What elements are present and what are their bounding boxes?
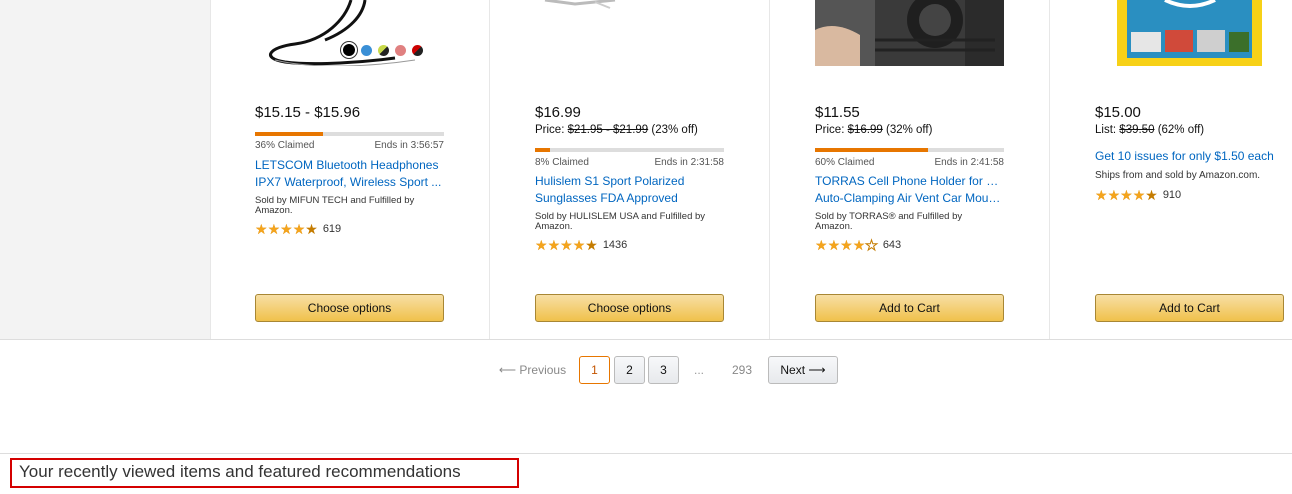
- rating[interactable]: ★ ★ ★ ★ ★ 619: [255, 222, 341, 236]
- deal-card-phone-holder: $11.55 Price: $16.99 (32% off) 60% Claim…: [815, 0, 1004, 339]
- swatch-blue[interactable]: [361, 44, 372, 56]
- product-title-line2[interactable]: IPX7 Waterproof, Wireless Sport ...: [255, 174, 444, 191]
- product-title-line1[interactable]: TORRAS Cell Phone Holder for Car,: [815, 173, 1004, 190]
- review-count[interactable]: 619: [323, 223, 341, 235]
- list-price-line: List: $39.50 (62% off): [1095, 124, 1204, 136]
- arrow-right-icon: ⟶: [808, 363, 826, 377]
- previous-label: Previous: [519, 363, 567, 377]
- rating-stars-icon: ★ ★ ★ ★ ★: [255, 221, 318, 237]
- rating[interactable]: ★ ★ ★ ★ ★ 1436: [535, 238, 627, 252]
- previous-page-link: ⟵ Previous: [495, 356, 570, 384]
- deal-price: $15.00: [1095, 104, 1141, 121]
- claimed-progress-fill: [535, 148, 551, 152]
- list-label: List:: [1095, 124, 1117, 136]
- ends-in-timer: Ends in 2:41:58: [934, 157, 1005, 168]
- choose-options-button[interactable]: Choose options: [535, 294, 724, 322]
- recently-viewed-highlight: Your recently viewed items and featured …: [10, 458, 519, 488]
- ends-in-timer: Ends in 2:31:58: [654, 157, 725, 168]
- choose-options-button[interactable]: Choose options: [255, 294, 444, 322]
- next-label: Next: [780, 363, 806, 377]
- rating-stars-icon: ★ ★ ★ ★ ★: [815, 237, 878, 253]
- swatch-pink[interactable]: [395, 44, 406, 56]
- page-2-button[interactable]: 2: [614, 356, 645, 384]
- review-count[interactable]: 1436: [603, 239, 627, 251]
- discount: (23% off): [651, 124, 698, 136]
- deal-card-sunglasses: $16.99 Price: $21.95 - $21.99 (23% off) …: [535, 0, 724, 339]
- rating-stars-icon: ★ ★ ★ ★ ★: [1095, 187, 1158, 203]
- ships-from-text: Ships from and sold by Amazon.com.: [1095, 170, 1261, 181]
- left-filter-rail: [0, 0, 210, 339]
- claimed-text: 36% Claimed: [255, 140, 315, 151]
- review-count[interactable]: 910: [1163, 189, 1181, 201]
- claimed-progress-bar: [255, 132, 444, 136]
- claimed-progress-bar: [535, 148, 724, 152]
- list-price: $16.99: [847, 124, 883, 136]
- discount: (62% off): [1157, 124, 1205, 136]
- sold-by-line2: Amazon.: [535, 221, 573, 232]
- add-to-cart-button[interactable]: Add to Cart: [1095, 294, 1284, 322]
- product-title-line1[interactable]: LETSCOM Bluetooth Headphones: [255, 157, 444, 174]
- product-title-line1[interactable]: Hulislem S1 Sport Polarized: [535, 173, 724, 190]
- product-image-magazine[interactable]: [1095, 0, 1284, 66]
- list-label: Price:: [815, 124, 845, 136]
- discount: (32% off): [886, 124, 933, 136]
- product-title-link[interactable]: Get 10 issues for only $1.50 each: [1095, 149, 1274, 163]
- list-price: $21.95 - $21.99: [567, 124, 649, 136]
- column-divider: [1049, 0, 1050, 339]
- product-image-headphones[interactable]: [255, 0, 444, 66]
- claimed-progress-fill: [255, 132, 324, 136]
- ends-in-timer: Ends in 3:56:57: [374, 140, 445, 151]
- column-divider: [769, 0, 770, 339]
- page-ellipsis: ...: [693, 363, 704, 377]
- product-title-line2[interactable]: Auto-Clamping Air Vent Car Moun...: [815, 190, 1004, 207]
- list-price: $39.50: [1119, 124, 1155, 136]
- sold-by-line2: Amazon.: [255, 205, 293, 216]
- page-3-button[interactable]: 3: [648, 356, 679, 384]
- claim-row: 8% Claimed Ends in 2:31:58: [535, 157, 724, 168]
- product-image-phone-holder[interactable]: [815, 0, 1004, 66]
- claimed-progress-bar: [815, 148, 1004, 152]
- column-divider: [489, 0, 490, 339]
- deal-card-headphones: $15.15 - $15.96 36% Claimed Ends in 3:56…: [255, 0, 444, 339]
- swatch-black[interactable]: [343, 44, 355, 56]
- section-divider: [0, 453, 1292, 454]
- claimed-text: 8% Claimed: [535, 157, 589, 168]
- list-price-line: Price: $21.95 - $21.99 (23% off): [535, 124, 698, 136]
- add-to-cart-button[interactable]: Add to Cart: [815, 294, 1004, 322]
- deals-grid-border: [0, 339, 1292, 340]
- list-price-line: Price: $16.99 (32% off): [815, 124, 932, 136]
- color-swatches: [343, 44, 423, 56]
- product-title-line2[interactable]: Sunglasses FDA Approved: [535, 190, 724, 207]
- next-page-button[interactable]: Next ⟶: [768, 356, 838, 384]
- last-page-number: 293: [731, 363, 753, 377]
- rating-stars-icon: ★ ★ ★ ★ ★: [535, 237, 598, 253]
- recently-viewed-heading: Your recently viewed items and featured …: [19, 462, 461, 481]
- rating[interactable]: ★ ★ ★ ★ ★ 910: [1095, 188, 1181, 202]
- deal-price: $11.55: [815, 104, 860, 121]
- swatch-green[interactable]: [378, 44, 389, 56]
- deal-price: $16.99: [535, 104, 581, 121]
- product-image-sunglasses[interactable]: [535, 0, 724, 66]
- rating[interactable]: ★ ★ ★ ★ ★ 643: [815, 237, 901, 253]
- claim-row: 60% Claimed Ends in 2:41:58: [815, 157, 1004, 168]
- claim-row: 36% Claimed Ends in 3:56:57: [255, 140, 444, 151]
- review-count[interactable]: 643: [883, 239, 901, 251]
- list-label: Price:: [535, 124, 565, 136]
- deal-price: $15.15 - $15.96: [255, 104, 361, 121]
- arrow-left-icon: ⟵: [498, 363, 517, 377]
- claimed-text: 60% Claimed: [815, 157, 875, 168]
- sold-by-line2: Amazon.: [815, 221, 853, 232]
- claimed-progress-fill: [815, 148, 929, 152]
- swatch-red[interactable]: [412, 44, 423, 56]
- deal-card-magazine: $15.00 List: $39.50 (62% off) Get 10 iss…: [1095, 0, 1284, 339]
- page-1-current[interactable]: 1: [579, 356, 610, 384]
- column-divider: [210, 0, 211, 339]
